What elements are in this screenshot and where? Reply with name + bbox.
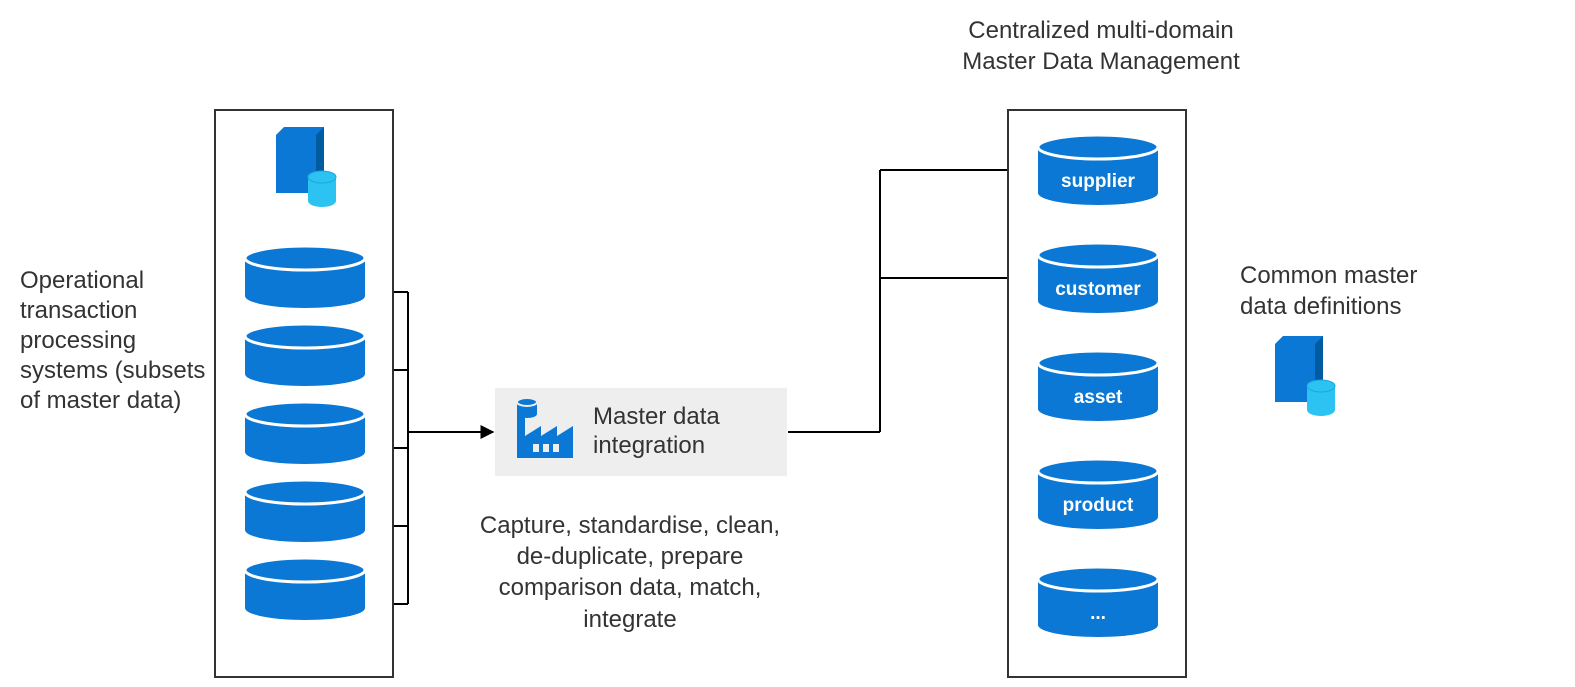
factory-icon [505, 392, 585, 472]
db-supplier-icon [1033, 135, 1163, 205]
db-asset-icon [1033, 351, 1163, 421]
mdm-title-line2: Master Data Management [962, 48, 1239, 75]
mdm-title: Centralized multi-domain Master Data Man… [946, 15, 1256, 77]
db-icon [240, 324, 370, 386]
diagram-stage: Operational transaction processing syste… [0, 0, 1575, 687]
db-icon [240, 246, 370, 308]
integration-line1: Master data [593, 403, 720, 430]
db-more-icon [1033, 567, 1163, 637]
operational-systems-label: Operational transaction processing syste… [20, 266, 210, 416]
db-more-label: ... [1033, 603, 1163, 625]
operational-systems-box [214, 109, 394, 678]
db-product-label: product [1033, 495, 1163, 517]
integration-caption: Capture, standardise, clean, de-duplicat… [470, 510, 790, 635]
integration-box: Master data integration [495, 388, 787, 476]
integration-line2: integration [593, 432, 705, 459]
db-icon [240, 558, 370, 620]
db-customer-label: customer [1033, 279, 1163, 301]
db-supplier-label: supplier [1033, 171, 1163, 193]
db-asset-label: asset [1033, 387, 1163, 409]
db-icon [240, 480, 370, 542]
definitions-label: Common master data definitions [1240, 260, 1470, 322]
mdm-box: supplier customer asset product ... [1007, 109, 1187, 678]
integration-label: Master data integration [585, 403, 720, 461]
db-product-icon [1033, 459, 1163, 529]
db-icon [240, 402, 370, 464]
book-icon [256, 121, 352, 217]
db-customer-icon [1033, 243, 1163, 313]
book-icon [1255, 330, 1351, 426]
mdm-title-line1: Centralized multi-domain [968, 17, 1233, 44]
